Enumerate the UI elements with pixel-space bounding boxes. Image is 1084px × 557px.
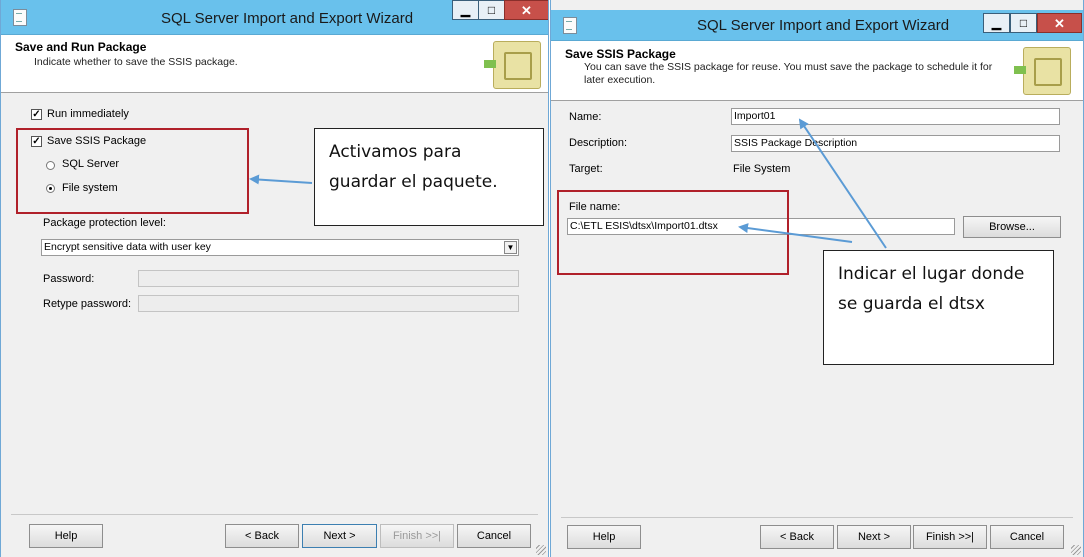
password-field[interactable] <box>138 270 519 287</box>
package-icon <box>1014 47 1071 95</box>
back-button[interactable]: < Back <box>760 525 834 549</box>
retype-password-field[interactable] <box>138 295 519 312</box>
wizard-window-save-and-run: SQL Server Import and Export Wizard ▁ □ … <box>0 0 549 557</box>
footer-divider <box>561 517 1073 518</box>
maximize-icon: □ <box>1019 16 1028 30</box>
protection-level-label: Package protection level: <box>43 217 166 229</box>
minimize-button[interactable]: ▁ <box>452 0 479 20</box>
target-value: File System <box>733 163 791 175</box>
highlight-box-save-options <box>16 128 249 214</box>
next-button[interactable]: Next > <box>302 524 377 548</box>
maximize-icon: □ <box>487 3 496 17</box>
help-button[interactable]: Help <box>567 525 641 549</box>
finish-button[interactable]: Finish >>| <box>380 524 454 548</box>
app-icon <box>563 17 577 34</box>
highlight-box-file-name <box>557 190 789 275</box>
back-button[interactable]: < Back <box>225 524 299 548</box>
close-icon: ✕ <box>1054 15 1065 31</box>
resize-grip[interactable] <box>1071 545 1081 555</box>
password-label: Password: <box>43 273 95 285</box>
annotation-callout-location: Indicar el lugar donde se guarda el dtsx <box>823 250 1054 365</box>
protection-level-select[interactable]: Encrypt sensitive data with user key ▼ <box>41 239 519 256</box>
minimize-button[interactable]: ▁ <box>983 13 1010 33</box>
close-icon: ✕ <box>521 2 532 18</box>
target-label: Target: <box>569 163 603 175</box>
close-button[interactable]: ✕ <box>504 0 548 20</box>
next-button[interactable]: Next > <box>837 525 911 549</box>
run-immediately-checkbox[interactable]: ✓ <box>31 109 42 120</box>
app-icon <box>13 9 27 26</box>
chevron-down-icon[interactable]: ▼ <box>504 241 517 254</box>
name-input[interactable]: Import01 <box>731 108 1060 125</box>
protection-level-value: Encrypt sensitive data with user key <box>44 241 211 253</box>
window-title: SQL Server Import and Export Wizard <box>697 17 950 34</box>
cancel-button[interactable]: Cancel <box>990 525 1064 549</box>
retype-password-label: Retype password: <box>43 298 132 310</box>
run-immediately-label: Run immediately <box>47 108 129 120</box>
page-subtitle: You can save the SSIS package for reuse.… <box>584 61 993 86</box>
window-title: SQL Server Import and Export Wizard <box>161 10 414 27</box>
help-button[interactable]: Help <box>29 524 103 548</box>
close-button[interactable]: ✕ <box>1037 13 1082 33</box>
maximize-button[interactable]: □ <box>1010 13 1037 33</box>
page-title: Save and Run Package <box>15 40 147 54</box>
wizard-header: Save SSIS Package You can save the SSIS … <box>551 41 1083 101</box>
minimize-icon: ▁ <box>460 3 471 17</box>
page-title: Save SSIS Package <box>565 47 676 61</box>
page-subtitle: Indicate whether to save the SSIS packag… <box>34 56 238 68</box>
package-icon <box>484 41 541 89</box>
resize-grip[interactable] <box>536 545 546 555</box>
finish-button[interactable]: Finish >>| <box>913 525 987 549</box>
description-input[interactable]: SSIS Package Description <box>731 135 1060 152</box>
minimize-icon: ▁ <box>991 16 1002 30</box>
name-label: Name: <box>569 111 602 123</box>
title-bar: SQL Server Import and Export Wizard ▁ □ … <box>551 10 1083 41</box>
title-bar: SQL Server Import and Export Wizard ▁ □ … <box>1 0 548 35</box>
cancel-button[interactable]: Cancel <box>457 524 531 548</box>
footer-divider <box>11 514 538 515</box>
maximize-button[interactable]: □ <box>478 0 505 20</box>
description-label: Description: <box>569 137 628 149</box>
annotation-callout-save: Activamos para guardar el paquete. <box>314 128 544 226</box>
browse-button[interactable]: Browse... <box>963 216 1061 238</box>
wizard-header: Save and Run Package Indicate whether to… <box>1 35 548 93</box>
